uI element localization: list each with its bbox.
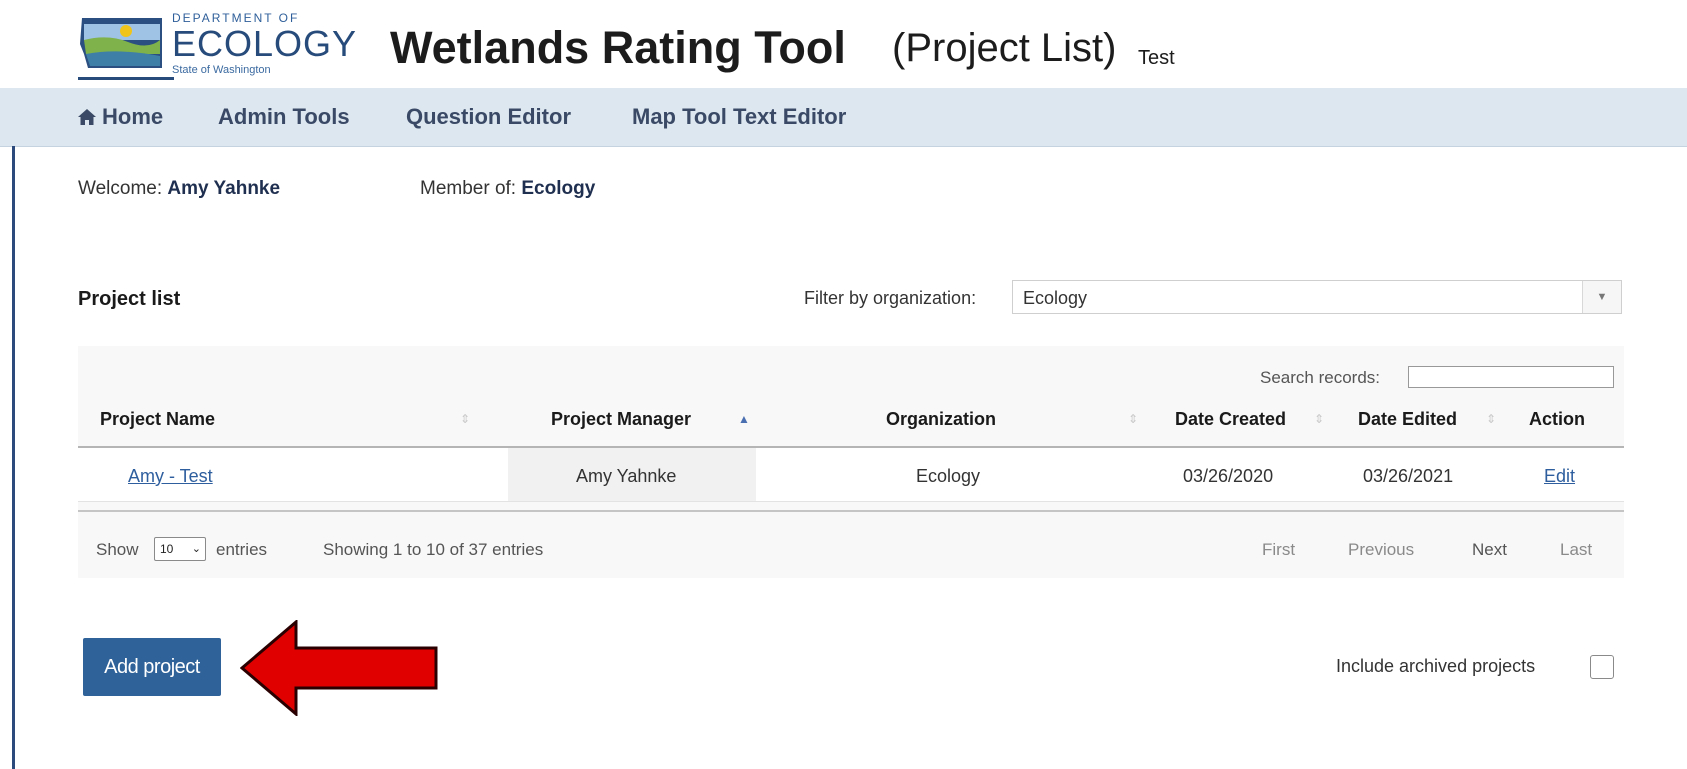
- include-archived-label: Include archived projects: [1336, 656, 1536, 676]
- project-list-title: Project list: [78, 288, 181, 310]
- table-row: Amy - Test Amy Yahnke Ecology 03/26/2020…: [78, 448, 1624, 502]
- include-archived-checkbox[interactable]: [1590, 655, 1614, 679]
- column-header-project-name[interactable]: Project Name: [100, 409, 215, 430]
- entries-per-page-select[interactable]: 10 ⌄: [154, 537, 206, 561]
- filter-label: Filter by organization:: [804, 288, 977, 308]
- date-edited-cell: 03/26/2021: [1363, 466, 1454, 486]
- sort-icon: ⇕: [1486, 412, 1497, 426]
- nav-item-question-editor[interactable]: Question Editor: [406, 104, 571, 130]
- logo-underline: [78, 77, 174, 80]
- chevron-down-icon: ⌄: [191, 543, 201, 555]
- environment-label: Test: [1138, 47, 1175, 69]
- pagination-first[interactable]: First: [1262, 540, 1295, 560]
- user-name: Amy Yahnke: [167, 178, 281, 199]
- add-project-button[interactable]: Add project: [83, 638, 221, 696]
- entries-label: entries: [216, 540, 268, 559]
- red-arrow-annotation: [240, 620, 438, 716]
- column-header-date-created[interactable]: Date Created: [1175, 409, 1286, 430]
- search-label: Search records:: [1260, 368, 1380, 387]
- project-manager-cell: Amy Yahnke: [576, 466, 677, 486]
- date-created-cell: 03/26/2020: [1183, 466, 1274, 486]
- pagination-next[interactable]: Next: [1472, 540, 1507, 560]
- sort-icon: ⇕: [1314, 412, 1325, 426]
- logo-state-text: State of Washington: [172, 64, 271, 76]
- sort-icon: ⇕: [460, 412, 471, 426]
- logo-name-text: ECOLOGY: [172, 23, 358, 64]
- page-subtitle: (Project List): [892, 26, 1117, 70]
- column-header-organization[interactable]: Organization: [886, 409, 996, 430]
- member-of-text: Member of: Ecology: [420, 178, 595, 200]
- column-header-project-manager[interactable]: Project Manager: [551, 409, 691, 430]
- project-name-link[interactable]: Amy - Test: [128, 466, 213, 487]
- member-organization: Ecology: [521, 178, 596, 199]
- pagination-last[interactable]: Last: [1560, 540, 1592, 560]
- sort-icon: ⇕: [1128, 412, 1139, 426]
- nav-item-admin-tools[interactable]: Admin Tools: [218, 104, 350, 130]
- nav-item-map-tool-text-editor[interactable]: Map Tool Text Editor: [632, 104, 846, 130]
- table-info-text: Showing 1 to 10 of 37 entries: [323, 540, 544, 559]
- show-label: Show: [96, 540, 139, 559]
- organization-cell: Ecology: [916, 466, 981, 486]
- app-header: DEPARTMENT OF ECOLOGY State of Washingto…: [0, 0, 1687, 88]
- main-nav: Home Admin Tools Question Editor Map Too…: [0, 88, 1687, 147]
- search-records-input[interactable]: [1408, 366, 1614, 388]
- projects-table-panel: Search records: Project Name ⇕ Project M…: [78, 346, 1624, 578]
- nav-item-home[interactable]: Home: [78, 104, 163, 130]
- welcome-label: Welcome:: [78, 178, 163, 199]
- organization-filter-select[interactable]: Ecology ▼: [1012, 280, 1622, 314]
- welcome-text: Welcome: Amy Yahnke: [78, 178, 280, 200]
- entries-per-page-value: 10: [160, 542, 174, 556]
- filter-selected-value: Ecology: [1023, 288, 1088, 308]
- home-icon: [78, 109, 96, 125]
- ecology-logo[interactable]: DEPARTMENT OF ECOLOGY State of Washingto…: [78, 6, 356, 80]
- app-title: Wetlands Rating Tool: [390, 22, 846, 73]
- content-left-border: [12, 146, 15, 769]
- member-label: Member of:: [420, 178, 517, 199]
- column-header-date-edited[interactable]: Date Edited: [1358, 409, 1457, 430]
- edit-link[interactable]: Edit: [1544, 466, 1575, 487]
- nav-item-label: Home: [102, 104, 164, 129]
- table-footer-divider: [78, 510, 1624, 512]
- caret-down-icon[interactable]: ▼: [1582, 281, 1621, 313]
- column-header-action: Action: [1529, 409, 1585, 429]
- sort-ascending-icon: ▲: [738, 412, 750, 426]
- pagination-previous[interactable]: Previous: [1348, 540, 1414, 560]
- washington-state-map-icon: [80, 18, 162, 68]
